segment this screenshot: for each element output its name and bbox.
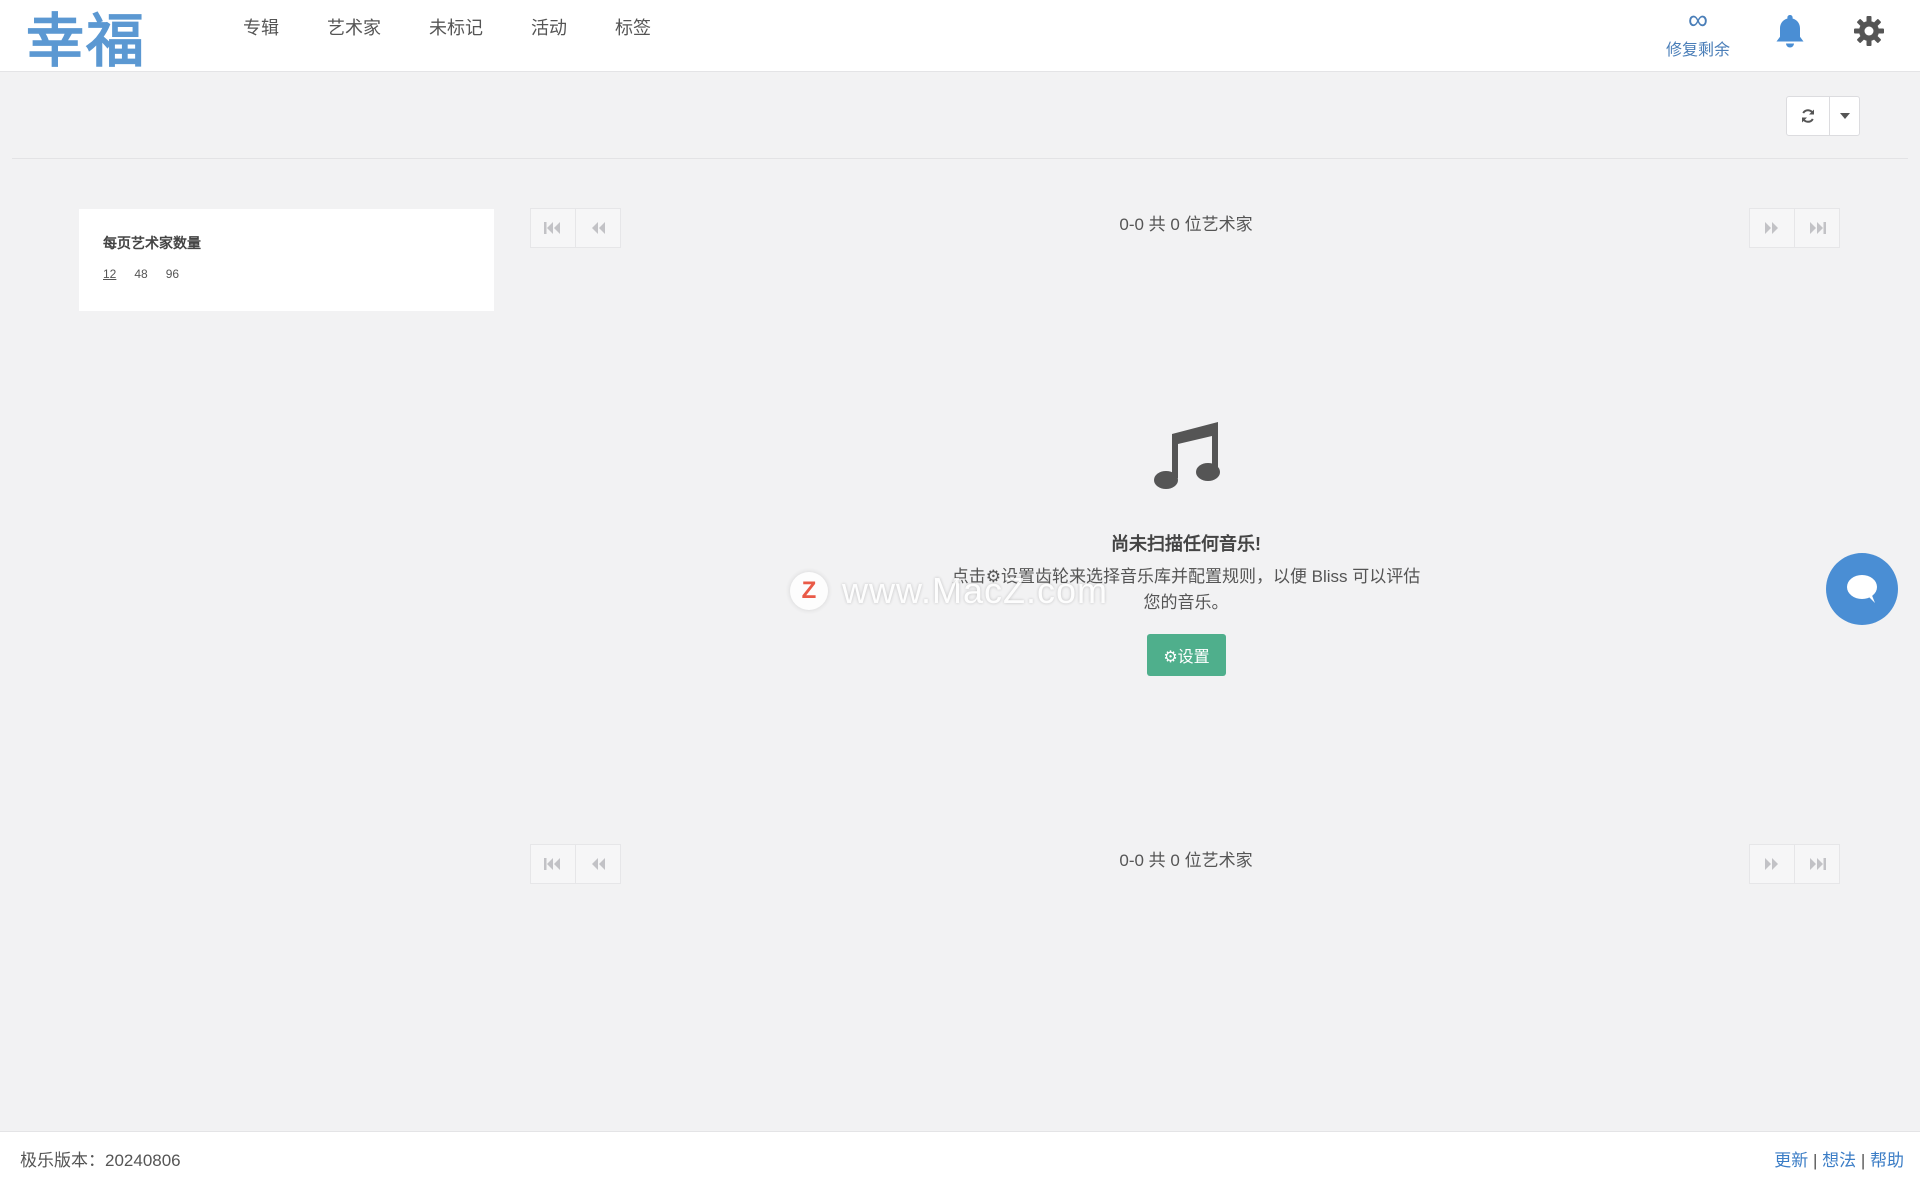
- footer-links: 更新 | 想法 | 帮助: [1774, 1146, 1904, 1171]
- pager-top-left: [530, 208, 621, 248]
- music-note-icon: [1154, 422, 1220, 489]
- last-page-icon: [1810, 222, 1826, 234]
- fast-forward-icon: [1765, 222, 1778, 234]
- nav-tags[interactable]: 标签: [615, 14, 651, 40]
- refresh-icon: [1802, 109, 1814, 123]
- prev-page-button[interactable]: [575, 844, 621, 884]
- prev-page-button[interactable]: [575, 208, 621, 248]
- next-page-button[interactable]: [1749, 844, 1795, 884]
- top-bar: 幸福 专辑 艺术家 未标记 活动 标签 ∞ 修复剩余: [0, 0, 1920, 75]
- empty-state-title: 尚未扫描任何音乐!: [1111, 534, 1261, 554]
- link-separator: |: [1860, 1151, 1866, 1170]
- last-page-icon: [1810, 858, 1826, 870]
- watermark-logo: Z: [790, 572, 828, 610]
- first-page-button[interactable]: [530, 844, 576, 884]
- per-page-title: 每页艺术家数量: [103, 235, 201, 251]
- chat-bubble-icon: [1847, 575, 1877, 603]
- rewind-icon: [592, 858, 605, 870]
- nav-activity[interactable]: 活动: [531, 14, 567, 40]
- repairs-remaining-label: 修复剩余: [1665, 42, 1730, 59]
- per-page-panel: 每页艺术家数量 12 48 96: [79, 209, 494, 311]
- chat-button[interactable]: [1826, 553, 1898, 625]
- first-page-icon: [544, 222, 560, 234]
- ideas-link[interactable]: 想法: [1822, 1151, 1856, 1170]
- bell-icon[interactable]: [1772, 12, 1808, 50]
- pager-bottom-right: [1749, 844, 1840, 884]
- main-nav: 专辑 艺术家 未标记 活动 标签: [243, 14, 699, 40]
- per-page-option-12[interactable]: 12: [103, 267, 116, 281]
- first-page-icon: [544, 858, 560, 870]
- version-text: 极乐版本：20240806: [20, 1151, 181, 1170]
- rewind-icon: [592, 222, 605, 234]
- per-page-option-96[interactable]: 96: [166, 267, 179, 281]
- link-separator: |: [1812, 1151, 1818, 1170]
- nav-untagged[interactable]: 未标记: [429, 14, 483, 40]
- pager-bottom-left: [530, 844, 621, 884]
- per-page-option-48[interactable]: 48: [134, 267, 147, 281]
- settings-button[interactable]: ⚙设置: [1147, 634, 1226, 676]
- nav-albums[interactable]: 专辑: [243, 14, 279, 40]
- repairs-remaining[interactable]: ∞ 修复剩余: [1660, 6, 1736, 60]
- app-logo[interactable]: 幸福: [26, 0, 146, 78]
- toolbar-divider: [12, 158, 1908, 159]
- infinity-symbol: ∞: [1688, 4, 1708, 35]
- caret-down-icon: [1839, 113, 1850, 119]
- first-page-button[interactable]: [530, 208, 576, 248]
- dropdown-toggle[interactable]: [1829, 97, 1859, 135]
- help-link[interactable]: 帮助: [1870, 1151, 1904, 1170]
- footer: 极乐版本：20240806 更新 | 想法 | 帮助: [0, 1131, 1920, 1182]
- next-page-button[interactable]: [1749, 208, 1795, 248]
- watermark-text: www.MacZ.com: [842, 570, 1109, 611]
- update-link[interactable]: 更新: [1774, 1151, 1808, 1170]
- per-page-options: 12 48 96: [103, 267, 197, 281]
- fast-forward-icon: [1765, 858, 1778, 870]
- last-page-button[interactable]: [1794, 844, 1840, 884]
- pager-count-top: 0-0 共 0 位艺术家: [1119, 215, 1253, 234]
- watermark: Z www.MacZ.com: [790, 570, 1108, 612]
- refresh-button[interactable]: [1787, 97, 1829, 135]
- nav-artists[interactable]: 艺术家: [327, 14, 381, 40]
- pager-count-bottom: 0-0 共 0 位艺术家: [1119, 851, 1253, 870]
- refresh-button-group: [1786, 96, 1860, 136]
- pager-top-right: [1749, 208, 1840, 248]
- last-page-button[interactable]: [1794, 208, 1840, 248]
- gear-icon[interactable]: [1852, 14, 1886, 48]
